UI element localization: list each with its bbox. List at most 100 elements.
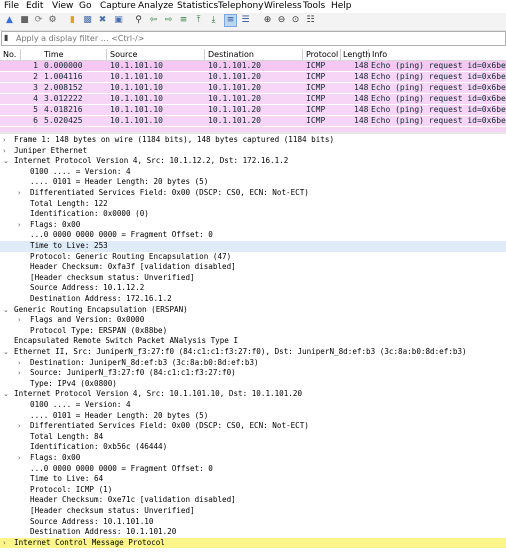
file-icon[interactable]: ▩ (82, 15, 93, 26)
packet-row[interactable]: 1 0.000000 10.1.101.10 10.1.101.20 ICMP … (0, 61, 506, 71)
last-packet-icon[interactable]: ⤓ (208, 15, 219, 26)
shark-fin-start-icon[interactable]: ▲ (4, 15, 15, 26)
packet-row[interactable]: 5 4.018216 10.1.101.10 10.1.101.20 ICMP … (0, 105, 506, 115)
column-time[interactable]: Time (44, 49, 64, 60)
collapse-arrow-icon[interactable]: ⌄ (3, 305, 11, 316)
open-file-icon[interactable]: ▮ (67, 15, 78, 26)
detail-row[interactable]: › Flags and Version: 0x0000 (0, 315, 506, 326)
close-file-icon[interactable]: ✖ (97, 15, 108, 26)
expand-arrow-icon[interactable]: › (3, 146, 11, 157)
detail-row[interactable]: Protocol: ICMP (1) (0, 485, 506, 496)
zoom-in-icon[interactable]: ⊕ (262, 15, 273, 26)
detail-row[interactable]: 0100 .... = Version: 4 (0, 400, 506, 411)
detail-row[interactable]: .... 0101 = Header Length: 20 bytes (5) (0, 411, 506, 422)
expand-arrow-icon[interactable]: › (18, 220, 26, 231)
zoom-out-icon[interactable]: ⊖ (276, 15, 287, 26)
detail-row[interactable]: ...0 0000 0000 0000 = Fragment Offset: 0 (0, 464, 506, 475)
detail-row[interactable]: Time to Live: 64 (0, 474, 506, 485)
packet-row[interactable]: 6 5.020425 10.1.101.10 10.1.101.20 ICMP … (0, 116, 506, 126)
detail-row[interactable]: Destination Address: 172.16.1.2 (0, 294, 506, 305)
forward-arrow-icon[interactable]: ⇨ (163, 15, 174, 26)
first-packet-icon[interactable]: ⤒ (193, 15, 204, 26)
stop-icon[interactable]: ■ (19, 15, 30, 26)
goto-icon[interactable]: ≡ (178, 15, 189, 26)
menu-statistics[interactable]: Statistics (177, 1, 218, 12)
detail-row[interactable]: Identification: 0x0000 (0) (0, 209, 506, 220)
detail-row[interactable]: Header Checksum: 0xfa3f [validation disa… (0, 262, 506, 273)
menu-analyze[interactable]: Analyze (138, 1, 173, 12)
detail-row[interactable]: › Internet Control Message Protocol (0, 537, 506, 549)
detail-row[interactable]: Protocol: Generic Routing Encapsulation … (0, 252, 506, 263)
detail-row[interactable]: › Differentiated Services Field: 0x00 (DS… (0, 421, 506, 432)
detail-row[interactable]: ⌄ Ethernet II, Src: JuniperN_f3:27:f0 (84… (0, 347, 506, 358)
expand-arrow-icon[interactable]: › (18, 358, 26, 369)
detail-row[interactable]: › Destination: JuniperN_8d:ef:b3 (3c:8a:b… (0, 358, 506, 369)
display-filter-input[interactable] (16, 32, 501, 45)
packet-row[interactable]: 3 2.008152 10.1.101.10 10.1.101.20 ICMP … (0, 83, 506, 93)
expand-arrow-icon[interactable]: › (3, 538, 11, 549)
menu-tools[interactable]: Tools (303, 1, 325, 12)
zoom-normal-icon[interactable]: ⊙ (290, 15, 301, 26)
resize-columns-icon[interactable]: ☷ (305, 15, 316, 26)
detail-row[interactable]: Total Length: 84 (0, 432, 506, 443)
detail-row[interactable]: Time to Live: 253 (0, 241, 506, 252)
restart-icon[interactable]: ⟳ (33, 15, 44, 26)
expand-arrow-icon[interactable]: › (18, 453, 26, 464)
collapse-arrow-icon[interactable]: ⌄ (3, 156, 11, 167)
colorize-icon[interactable]: ☰ (240, 15, 251, 26)
detail-row[interactable]: Total Length: 122 (0, 199, 506, 210)
detail-row[interactable]: › Flags: 0x00 (0, 453, 506, 464)
menu-view[interactable]: View (52, 1, 73, 12)
column-source[interactable]: Source (110, 49, 137, 60)
column-destination[interactable]: Destination (208, 49, 254, 60)
detail-row[interactable]: Encapsulated Remote Switch Packet ANalys… (0, 336, 506, 347)
detail-row[interactable]: .... 0101 = Header Length: 20 bytes (5) (0, 177, 506, 188)
expand-arrow-icon[interactable]: › (3, 135, 11, 146)
packet-row[interactable]: 2 1.004116 10.1.101.10 10.1.101.20 ICMP … (0, 72, 506, 82)
detail-row[interactable]: Protocol Type: ERSPAN (0x88be) (0, 326, 506, 337)
detail-row[interactable]: Header Checksum: 0xe71c [validation disa… (0, 495, 506, 506)
expand-arrow-icon[interactable]: › (18, 421, 26, 432)
bookmark-icon[interactable]: ▮ (4, 33, 13, 43)
detail-row[interactable]: Source Address: 10.1.12.2 (0, 283, 506, 294)
detail-row[interactable]: ⌄ Generic Routing Encapsulation (ERSPAN) (0, 305, 506, 316)
detail-row[interactable]: ⌄ Internet Protocol Version 4, Src: 10.1.… (0, 156, 506, 167)
detail-row[interactable]: Source Address: 10.1.101.10 (0, 517, 506, 528)
detail-row[interactable]: Type: IPv4 (0x0800) (0, 379, 506, 390)
detail-row[interactable]: [Header checksum status: Unverified] (0, 273, 506, 284)
menu-edit[interactable]: Edit (26, 1, 43, 12)
detail-row[interactable]: › Source: JuniperN_f3:27:f0 (84:c1:c1:f3:… (0, 368, 506, 379)
column-no[interactable]: No. (3, 49, 16, 60)
column-protocol[interactable]: Protocol (306, 49, 338, 60)
main-toolbar: ▲ ■ ⟳ ⚙ ▮ ▩ ✖ ▣ ⚲ ⇦ ⇨ ≡ ⤒ ⤓ ≡ ☰ ⊕ ⊖ ⊙ ☷ (0, 13, 506, 31)
options-gear-icon[interactable]: ⚙ (47, 15, 58, 26)
packet-row[interactable]: 4 3.012222 10.1.101.10 10.1.101.20 ICMP … (0, 94, 506, 104)
collapse-arrow-icon[interactable]: ⌄ (3, 389, 11, 400)
menu-capture[interactable]: Capture (100, 1, 136, 12)
detail-row[interactable]: › Juniper Ethernet (0, 146, 506, 157)
menu-telephony[interactable]: Telephony (218, 1, 264, 12)
back-arrow-icon[interactable]: ⇦ (148, 15, 159, 26)
detail-row[interactable]: › Frame 1: 148 bytes on wire (1184 bits),… (0, 135, 506, 146)
column-info[interactable]: Info (372, 49, 387, 60)
expand-arrow-icon[interactable]: › (18, 315, 26, 326)
detail-row[interactable]: ...0 0000 0000 0000 = Fragment Offset: 0 (0, 230, 506, 241)
detail-row[interactable]: Identification: 0xb56c (46444) (0, 442, 506, 453)
column-length[interactable]: Length (343, 49, 371, 60)
menu-help[interactable]: Help (331, 1, 352, 12)
menu-wireless[interactable]: Wireless (264, 1, 302, 12)
autoscroll-icon[interactable]: ≡ (224, 14, 237, 27)
menu-go[interactable]: Go (79, 1, 91, 12)
expand-arrow-icon[interactable]: › (18, 188, 26, 199)
detail-row[interactable]: › Flags: 0x00 (0, 220, 506, 231)
detail-row[interactable]: Destination Address: 10.1.101.20 (0, 527, 506, 538)
find-icon[interactable]: ⚲ (133, 15, 144, 26)
expand-arrow-icon[interactable]: › (18, 368, 26, 379)
detail-row[interactable]: 0100 .... = Version: 4 (0, 167, 506, 178)
collapse-arrow-icon[interactable]: ⌄ (3, 347, 11, 358)
reload-icon[interactable]: ▣ (113, 15, 124, 26)
detail-row[interactable]: › Differentiated Services Field: 0x00 (DS… (0, 188, 506, 199)
detail-row[interactable]: [Header checksum status: Unverified] (0, 506, 506, 517)
menu-file[interactable]: File (4, 1, 19, 12)
detail-row[interactable]: ⌄ Internet Protocol Version 4, Src: 10.1.… (0, 389, 506, 400)
